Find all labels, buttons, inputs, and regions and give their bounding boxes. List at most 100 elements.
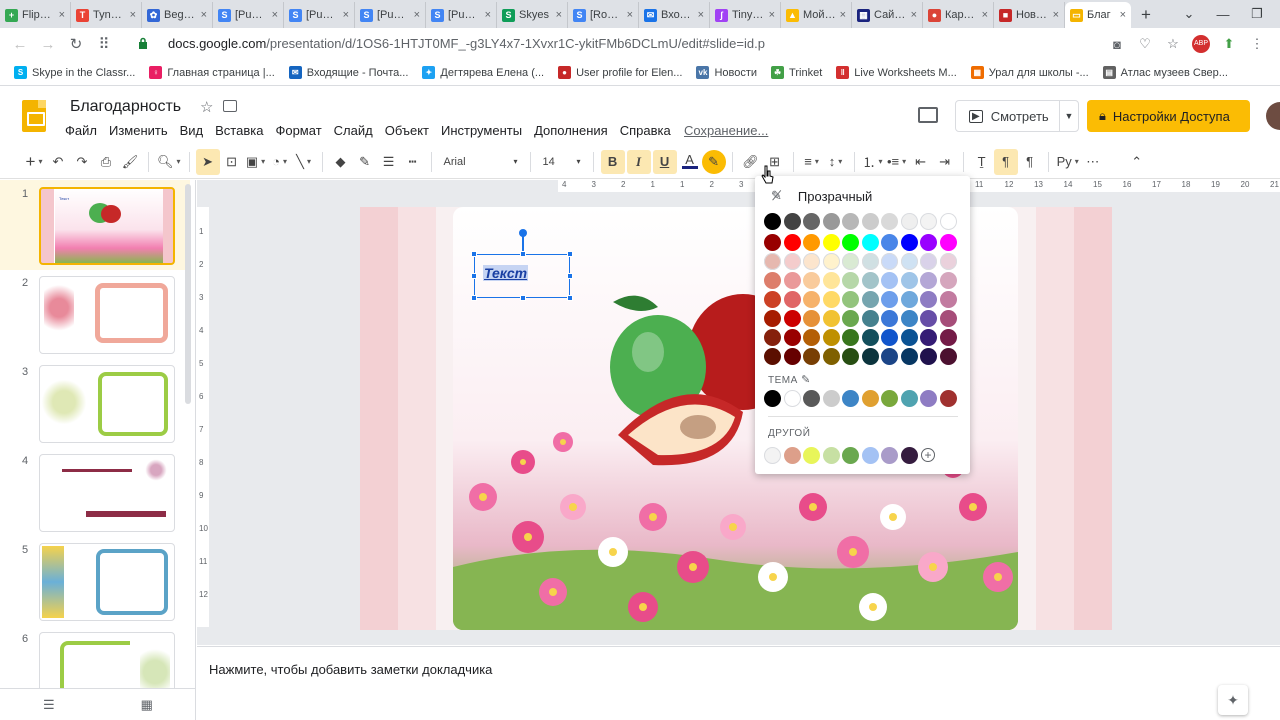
color-swatch[interactable] [822,348,840,365]
color-swatch[interactable] [861,329,879,346]
close-icon[interactable]: × [414,9,420,21]
bold-button[interactable]: B [600,149,625,174]
close-icon[interactable]: × [201,9,207,21]
color-swatch[interactable] [881,329,898,346]
color-swatch[interactable] [939,329,957,346]
slides-logo-icon[interactable] [22,100,46,132]
browser-tab[interactable]: ✿ Beginne × [142,2,213,28]
color-swatch[interactable] [842,310,859,327]
color-swatch[interactable] [900,291,918,308]
custom-color-swatch[interactable] [822,447,840,464]
color-swatch[interactable] [764,213,781,230]
menu-item[interactable]: Вставка [215,123,263,138]
color-swatch[interactable] [861,234,879,251]
color-swatch[interactable] [783,329,801,346]
explore-icon[interactable]: ✦ [1218,685,1248,715]
resize-handle[interactable] [471,251,477,257]
restore-icon[interactable]: ❐ [1240,0,1274,28]
color-swatch[interactable] [900,329,918,346]
color-swatch[interactable] [803,234,820,251]
close-icon[interactable]: × [627,9,633,21]
rotation-handle[interactable] [519,229,527,237]
color-swatch[interactable] [881,348,898,365]
theme-color-swatch[interactable] [939,390,957,407]
color-swatch[interactable] [920,234,937,251]
bookmark-item[interactable]: S Skype in the Classr... [14,66,135,79]
color-swatch[interactable] [803,329,820,346]
more-menu-icon[interactable]: ⋮ [1248,36,1266,52]
edit-theme-icon[interactable]: ✎ [801,374,811,386]
color-swatch[interactable] [822,213,840,230]
slide-thumbnail-row[interactable]: 1 Текст [0,182,190,268]
color-swatch[interactable] [920,253,937,270]
new-slide-icon[interactable]: + [22,149,46,175]
color-swatch[interactable] [939,291,957,308]
theme-color-swatch[interactable] [822,390,840,407]
collapse-toolbar-icon[interactable]: ⌃ [1125,149,1149,175]
undo-icon[interactable]: ↶ [46,149,70,175]
browser-tab[interactable]: ✉ Входящ × [639,2,710,28]
font-size-select[interactable]: 14 ▾ [537,149,587,175]
color-swatch[interactable] [939,310,957,327]
apps-icon[interactable]: ⠿ [90,30,118,58]
color-swatch[interactable] [900,272,918,289]
theme-color-swatch[interactable] [803,390,820,407]
slide-thumbnail[interactable] [39,365,175,443]
camera-icon[interactable]: ◙ [1108,37,1126,52]
bookmark-item[interactable]: ● User profile for Elen... [558,66,682,79]
color-swatch[interactable] [881,213,898,230]
color-swatch[interactable] [861,272,879,289]
clear-formatting-icon[interactable]: Ṯ [970,149,994,175]
align-icon[interactable]: ≡ [800,149,824,175]
highlight-color-button[interactable]: ✎ [701,149,726,174]
color-swatch[interactable] [881,253,898,270]
close-icon[interactable]: × [840,9,846,21]
browser-tab[interactable]: S [Public] × [426,2,497,28]
theme-color-swatch[interactable] [900,390,918,407]
close-icon[interactable]: × [556,9,562,21]
color-swatch[interactable] [842,213,859,230]
browser-tab[interactable]: S [Public] × [284,2,355,28]
font-select[interactable]: Arial ▾ [438,149,524,175]
bookmark-item[interactable]: ✉ Входящие - Почта... [288,66,408,79]
browser-tab[interactable]: ʃ TinyTap × [710,2,781,28]
share-button[interactable]: 🔒︎ Настройки Доступа [1087,100,1250,132]
image-icon[interactable]: ▣ [244,149,268,175]
theme-color-swatch[interactable] [861,390,879,407]
theme-color-swatch[interactable] [764,390,781,407]
theme-color-swatch[interactable] [842,390,859,407]
browser-tab[interactable]: S [Public] × [213,2,284,28]
color-swatch[interactable] [783,272,801,289]
custom-color-swatch[interactable] [803,447,820,464]
star-icon[interactable]: ☆ [200,98,213,116]
border-color-icon[interactable]: ✎ [353,149,377,175]
slide-thumbnail-row[interactable]: 3 [0,360,190,446]
close-icon[interactable]: × [272,9,278,21]
save-status[interactable]: Сохранение... [684,123,768,138]
slide-thumbnail[interactable] [39,454,175,532]
color-swatch[interactable] [939,213,957,230]
shape-icon[interactable]: ◔ [268,149,292,175]
border-weight-icon[interactable]: ☰ [377,149,401,175]
minimize-icon[interactable]: — [1206,0,1240,28]
input-tools-icon[interactable]: Pу [1055,149,1081,175]
color-swatch[interactable] [920,291,937,308]
theme-color-swatch[interactable] [881,390,898,407]
comments-icon[interactable] [918,107,938,123]
slide-thumbnail[interactable] [39,543,175,621]
color-swatch[interactable] [920,348,937,365]
color-swatch[interactable] [881,272,898,289]
color-swatch[interactable] [881,234,898,251]
color-swatch[interactable] [920,329,937,346]
color-swatch[interactable] [764,253,781,270]
bookmark-item[interactable]: ♀ Главная страница |... [149,66,275,79]
vertical-ruler[interactable]: 1 2 3 4 5 6 7 8 9 10 11 12 [197,207,209,627]
browser-tab[interactable]: S [Room] × [568,2,639,28]
color-swatch[interactable] [939,253,957,270]
custom-color-swatch[interactable] [861,447,879,464]
fill-color-icon[interactable]: ◆ [329,149,353,175]
custom-color-swatch[interactable] [783,447,801,464]
menu-item[interactable]: Инструменты [441,123,522,138]
color-swatch[interactable] [900,310,918,327]
custom-color-swatch[interactable] [764,447,781,464]
